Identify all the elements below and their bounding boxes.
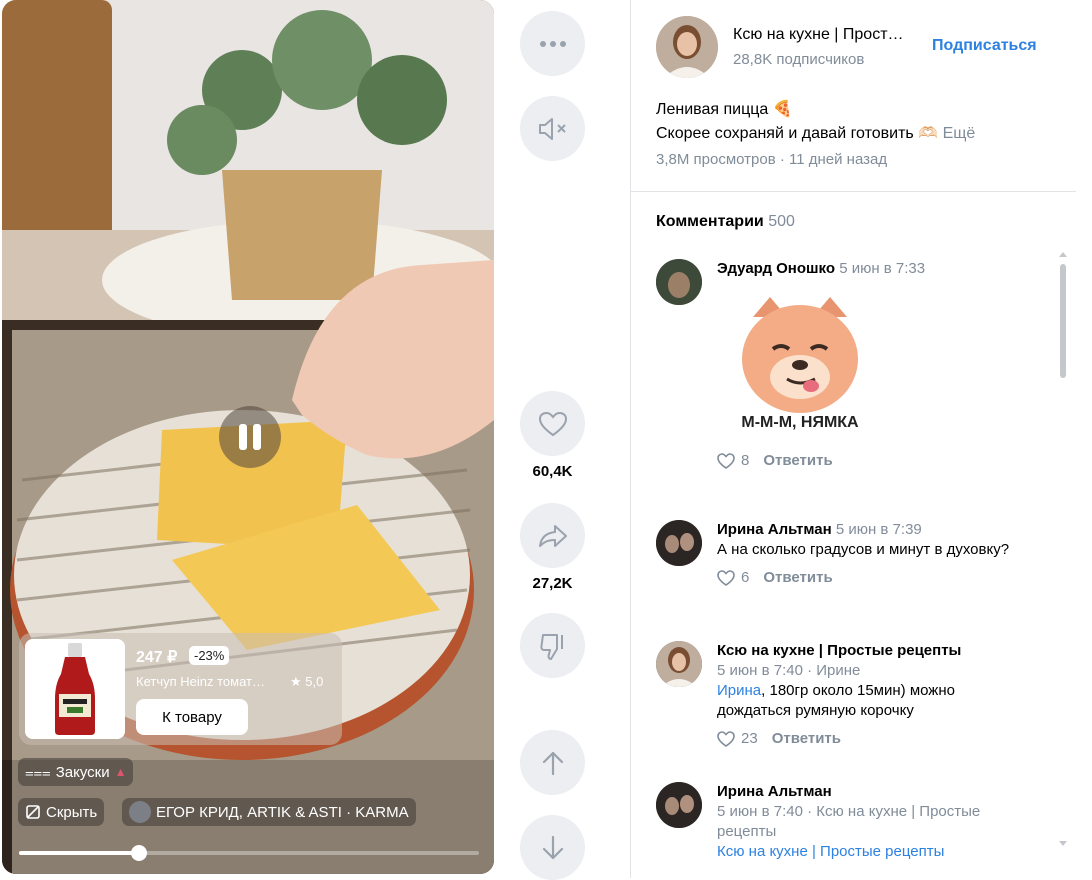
comment-like-count: 23	[741, 730, 758, 747]
like-button[interactable]	[520, 391, 585, 456]
playlist-icon: ⩶	[25, 763, 51, 781]
playlist-label: Закуски	[55, 763, 110, 781]
music-label: ЕГОР КРИД, ARTIK & ASTI · KARMA	[156, 803, 409, 821]
next-video-button[interactable]	[520, 815, 585, 880]
progress-fill	[19, 851, 139, 855]
comment-time: 5 июн в 7:33	[839, 260, 926, 277]
music-artist-avatar	[129, 801, 151, 823]
show-more-link[interactable]: Ещё	[943, 125, 976, 142]
comment-text: Ксю на кухне | Простые рецепты	[717, 842, 1017, 862]
video-player[interactable]: 247 ₽ -23% Кетчуп Heinz томат… ★ 5,0 К т…	[2, 0, 494, 874]
mention-link[interactable]: Ирина	[717, 682, 761, 699]
commenter-avatar[interactable]	[656, 782, 702, 828]
product-price: 247 ₽	[136, 649, 178, 666]
product-card[interactable]: 247 ₽ -23% Кетчуп Heinz томат… ★ 5,0 К т…	[19, 633, 342, 745]
sticker-image: М-М-М, НЯМКА	[741, 297, 859, 431]
subscribe-button[interactable]: Подписаться	[932, 37, 1037, 55]
comments-scrollbar[interactable]	[1058, 250, 1068, 850]
hide-eye-icon	[26, 805, 40, 819]
reply-button[interactable]: Ответить	[763, 568, 832, 588]
comments-list[interactable]: Эдуард Оношко 5 июн в 7:33 М-М-М, НЯМКА …	[640, 245, 1060, 878]
arrow-down-icon	[542, 835, 563, 859]
radish-emoji-icon: ▲	[114, 765, 127, 779]
hide-button[interactable]: Скрыть	[18, 798, 105, 826]
rating-value: 5,0	[305, 674, 324, 689]
section-divider	[631, 191, 1076, 192]
video-progress-bar[interactable]	[19, 845, 479, 861]
reply-button[interactable]: Ответить	[763, 451, 832, 471]
scroll-thumb[interactable]	[1060, 264, 1066, 378]
comment-text: А на сколько градусов и минут в духовку?	[717, 541, 1010, 558]
reply-button[interactable]: Ответить	[772, 729, 841, 749]
comment-author[interactable]: Ирина Альтман	[717, 521, 832, 538]
comments-label: Комментарии	[656, 213, 764, 230]
previous-video-button[interactable]	[520, 730, 585, 795]
heart-icon	[538, 411, 567, 436]
playlist-chip[interactable]: ⩶ Закуски ▲	[18, 758, 134, 786]
pause-icon	[239, 424, 261, 450]
scroll-up-icon[interactable]	[1058, 250, 1068, 258]
comment-time: 5 июн в 7:40	[717, 662, 803, 679]
progress-knob[interactable]	[130, 845, 147, 861]
author-avatar[interactable]	[656, 16, 718, 78]
comment-author[interactable]: Ксю на кухне | Простые рецепты	[717, 642, 961, 659]
commenter-avatar[interactable]	[656, 259, 702, 305]
commenter-avatar[interactable]	[656, 520, 702, 566]
author-name[interactable]: Ксю на кухне | Простые рецепты	[733, 26, 908, 44]
comment-author[interactable]: Эдуард Оношко	[717, 260, 835, 277]
scroll-down-icon[interactable]	[1058, 840, 1068, 848]
comments-count: 500	[768, 213, 795, 230]
music-chip[interactable]: ЕГОР КРИД, ARTIK & ASTI · KARMA	[122, 798, 416, 826]
commenter-avatar[interactable]	[656, 641, 702, 687]
share-arrow-icon	[538, 524, 567, 547]
product-rating: ★ 5,0	[290, 674, 323, 690]
comment-time: 5 июн в 7:40	[717, 803, 803, 820]
share-button[interactable]	[520, 503, 585, 568]
dislike-button[interactable]	[520, 613, 585, 678]
heart-icon[interactable]	[717, 731, 735, 747]
pause-button[interactable]	[219, 406, 281, 468]
sticker-caption: М-М-М, НЯМКА	[741, 414, 859, 431]
comments-header: Комментарии 500	[656, 213, 795, 231]
heart-icon[interactable]	[717, 570, 735, 586]
product-image	[25, 639, 125, 739]
more-button[interactable]	[520, 11, 585, 76]
thumb-down-icon	[539, 633, 563, 660]
post-text: Скорее сохраняй и давай готовить 🫶🏻	[656, 125, 939, 142]
speaker-muted-icon	[538, 117, 566, 140]
shares-count: 27,2K	[532, 575, 573, 592]
hide-label: Скрыть	[46, 803, 98, 821]
comment-like-count: 6	[741, 569, 750, 586]
post-meta: 3,8M просмотров · 11 дней назад	[656, 151, 888, 168]
reply-to-link[interactable]: Ирине	[816, 662, 860, 679]
heart-icon[interactable]	[717, 453, 735, 469]
post-description: Ленивая пицца 🍕 Скорее сохраняй и давай …	[656, 98, 975, 146]
post-title: Ленивая пицца 🍕	[656, 101, 793, 118]
comment-text: Ирина, 180гр около 15мин) можно дождатьс…	[717, 682, 955, 719]
comment-like-count: 8	[741, 452, 750, 469]
mention-link[interactable]: Ксю на кухне | Простые рецепты	[717, 843, 944, 860]
mute-button[interactable]	[520, 96, 585, 161]
subscriber-count: 28,8K подписчиков	[733, 51, 865, 68]
to-product-button[interactable]: К товару	[136, 699, 248, 735]
product-name: Кетчуп Heinz томат…	[136, 674, 265, 689]
comment-time: 5 июн в 7:39	[835, 521, 922, 538]
comment-author[interactable]: Ирина Альтман	[717, 783, 832, 800]
star-icon: ★	[290, 674, 302, 689]
panel-divider	[630, 0, 631, 878]
likes-count: 60,4K	[532, 463, 573, 480]
arrow-up-icon	[542, 751, 563, 775]
discount-badge: -23%	[189, 646, 230, 665]
more-dots-icon	[539, 40, 566, 47]
